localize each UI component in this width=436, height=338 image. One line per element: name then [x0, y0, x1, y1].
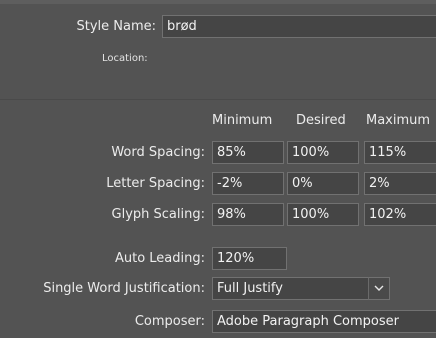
letter-spacing-maximum-input[interactable]: 2% [364, 172, 436, 195]
chevron-down-icon [374, 285, 384, 291]
style-name-input[interactable]: brød [162, 15, 436, 38]
panel-top-border [0, 0, 436, 4]
word-spacing-label: Word Spacing: [111, 145, 205, 160]
glyph-scaling-maximum-input[interactable]: 102% [364, 203, 436, 226]
glyph-scaling-label: Glyph Scaling: [111, 207, 205, 222]
glyph-scaling-desired-input[interactable]: 100% [287, 203, 359, 226]
letter-spacing-minimum-input[interactable]: -2% [212, 172, 284, 195]
column-header-minimum: Minimum [212, 113, 273, 128]
composer-label: Composer: [134, 314, 205, 329]
style-name-label: Style Name: [76, 19, 156, 34]
column-header-desired: Desired [296, 113, 346, 128]
single-word-justification-select[interactable]: Full Justify [212, 277, 369, 300]
composer-select[interactable]: Adobe Paragraph Composer [212, 310, 436, 333]
letter-spacing-label: Letter Spacing: [106, 176, 205, 191]
single-word-justification-dropdown-button[interactable] [368, 277, 390, 300]
letter-spacing-desired-input[interactable]: 0% [287, 172, 359, 195]
auto-leading-input[interactable]: 120% [212, 247, 287, 270]
word-spacing-desired-input[interactable]: 100% [287, 141, 359, 164]
column-header-maximum: Maximum [366, 113, 431, 128]
word-spacing-minimum-input[interactable]: 85% [212, 141, 284, 164]
justification-panel: Style Name: brød Location: Minimum Desir… [0, 0, 436, 338]
section-divider [0, 99, 436, 100]
glyph-scaling-minimum-input[interactable]: 98% [212, 203, 284, 226]
word-spacing-maximum-input[interactable]: 115% [364, 141, 436, 164]
location-label: Location: [102, 53, 148, 64]
single-word-justification-label: Single Word Justification: [43, 281, 205, 296]
auto-leading-label: Auto Leading: [114, 251, 205, 266]
